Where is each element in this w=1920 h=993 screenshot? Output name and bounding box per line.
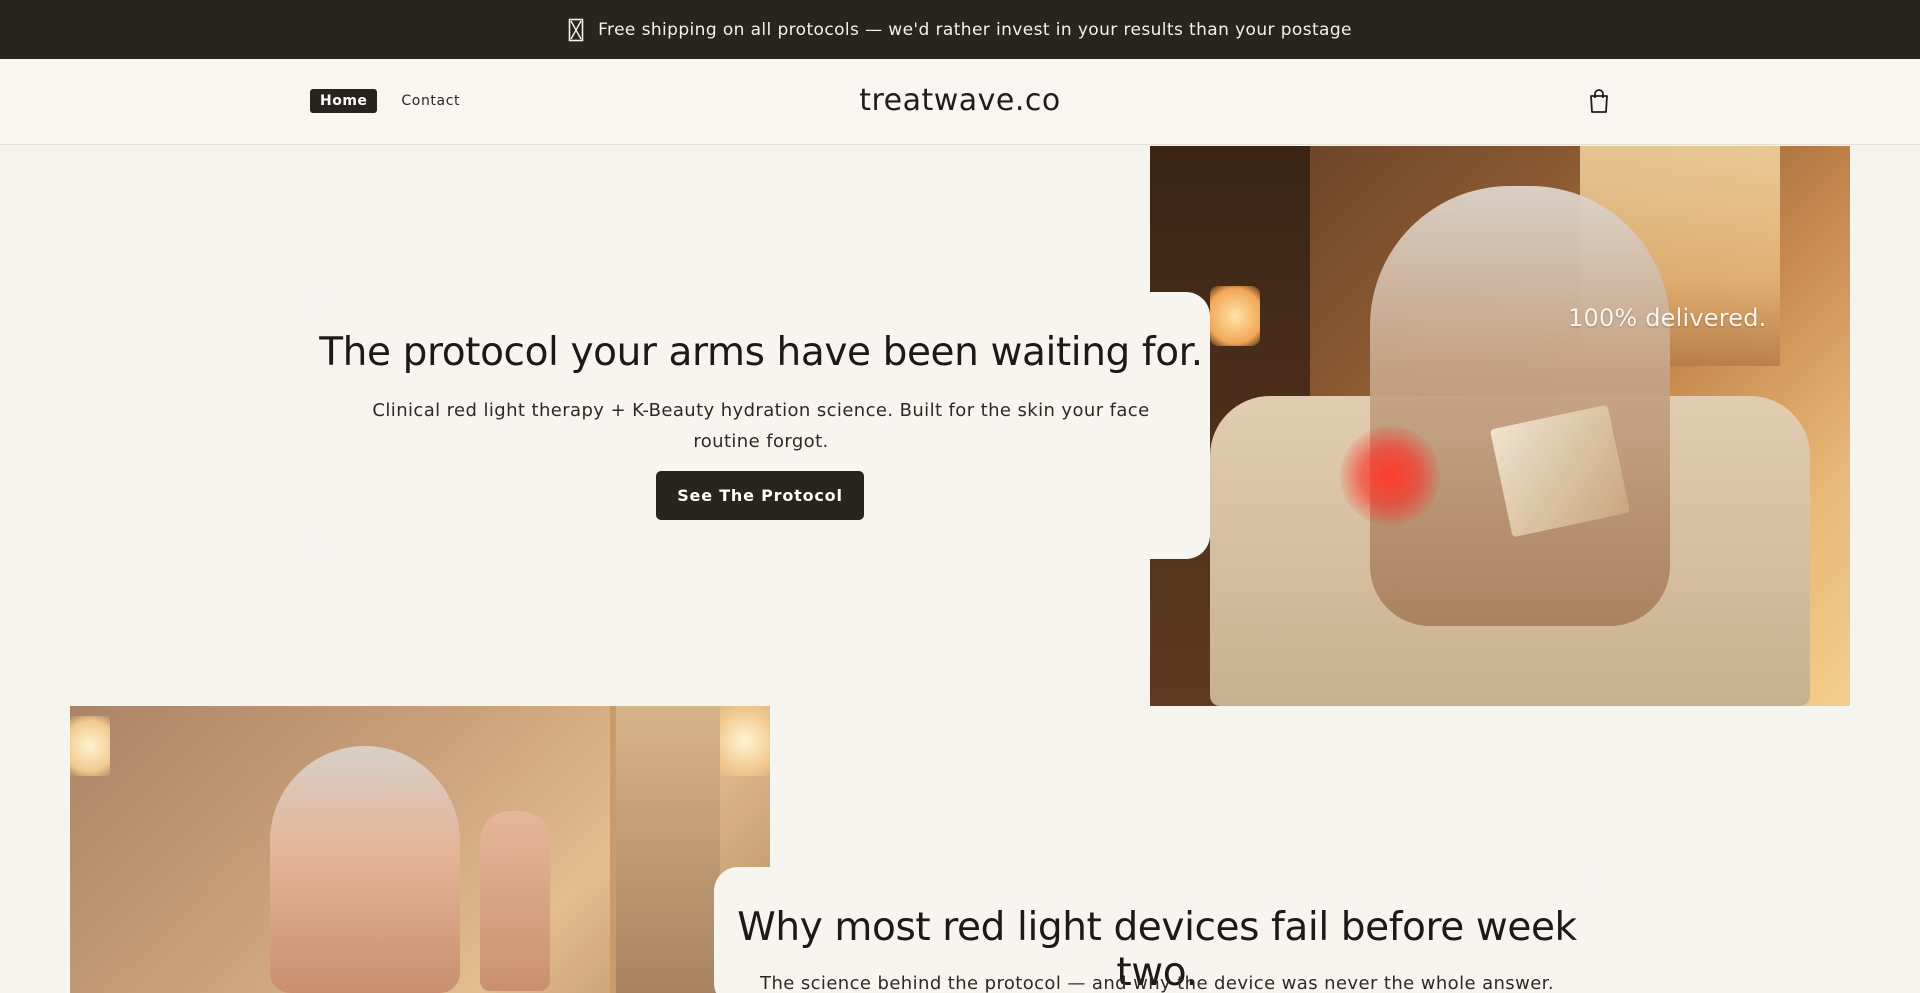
site-logo[interactable]: treatwave.co [0,83,1920,118]
hourglass-icon [568,18,584,42]
announcement-text: Free shipping on all protocols — we'd ra… [598,19,1352,40]
section2-subtitle: The science behind the protocol — and wh… [760,973,1554,993]
woman-figure-graphic [1370,186,1670,626]
site-header: Home Contact treatwave.co [0,59,1920,145]
section2-card: Why most red light devices fail before w… [714,867,1600,993]
shopping-bag-icon[interactable] [1587,88,1611,114]
hero-title: The protocol your arms have been waiting… [319,330,1203,375]
raised-arm-graphic [480,811,550,991]
red-light-device-graphic [1340,426,1440,526]
hero-subtitle: Clinical red light therapy + K-Beauty hy… [372,400,1150,452]
hero-image: 100% delivered. [1150,146,1850,706]
section2-image [70,706,770,993]
hero-card: The protocol your arms have been waiting… [312,292,1210,559]
wall-sconce-graphic [720,706,770,776]
lamp-graphic [1210,286,1260,346]
wall-sconce-graphic [70,716,110,776]
mirror-frame-graphic [610,706,720,993]
hero-image-caption: 100% delivered. [1568,304,1767,332]
announcement-bar: Free shipping on all protocols — we'd ra… [0,0,1920,59]
see-protocol-button[interactable]: See The Protocol [656,471,864,520]
worried-woman-graphic [270,746,460,993]
